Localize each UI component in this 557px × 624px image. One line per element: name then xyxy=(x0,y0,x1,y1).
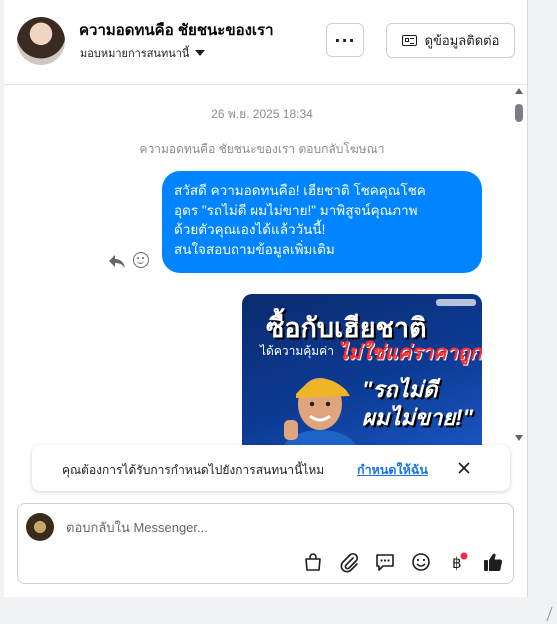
view-contact-details-button[interactable]: ดูข้อมูลติดต่อ xyxy=(386,23,515,58)
paperclip-icon[interactable] xyxy=(338,551,360,573)
more-options-button[interactable]: ··· xyxy=(326,23,364,57)
contact-card-icon xyxy=(401,35,417,46)
more-icon: ··· xyxy=(334,30,356,50)
ad-reply-note: ความอดทนคือ ชัยชนะของเรา ตอบกลับโฆษณา xyxy=(139,142,385,156)
contact-name[interactable]: ความอดทนคือ ชัยชนะของเรา xyxy=(79,18,274,42)
caret-down-icon xyxy=(195,50,206,56)
baht-icon[interactable]: ฿ xyxy=(446,551,468,573)
close-icon[interactable] xyxy=(457,461,471,475)
reply-icon[interactable] xyxy=(108,253,126,269)
assignment-prompt-text: คุณต้องการได้รับการกำหนดไปยังการสนทนานี้… xyxy=(62,463,325,477)
ad-subheadline-highlight: ไม่ใช่แค่ราคาถูก! xyxy=(338,342,482,364)
message-thread: 26 พ.ย. 2025 18:34 ความอดทนคือ ชัยชนะของ… xyxy=(4,85,527,445)
assign-label: มอบหมายการสนทนานี้ xyxy=(80,48,190,60)
scroll-down-arrow-icon[interactable] xyxy=(515,435,523,441)
details-label: ดูข้อมูลติดต่อ xyxy=(424,33,500,48)
scrollbar-thumb[interactable] xyxy=(515,104,523,122)
conversation-panel: ความอดทนคือ ชัยชนะของเรา มอบหมายการสนทนา… xyxy=(4,0,528,597)
react-emoji-icon[interactable] xyxy=(133,252,149,268)
page-avatar xyxy=(26,513,54,541)
ad-image-attachment[interactable]: ซื้อกับเฮียชาติ ได้ความคุ้มค่า ไม่ใช่แค่… xyxy=(242,294,482,445)
chat-bubble-icon[interactable] xyxy=(374,551,396,573)
ad-quote: "รถไม่ดี ผมไม่ขาย!" xyxy=(362,377,473,430)
emoji-icon[interactable] xyxy=(410,551,432,573)
svg-text:฿: ฿ xyxy=(452,554,462,572)
thumbs-up-icon[interactable] xyxy=(482,551,504,573)
message-composer: ฿ xyxy=(17,503,514,584)
assign-to-me-link[interactable]: กำหนดให้ฉัน xyxy=(357,460,428,480)
outgoing-message-bubble[interactable]: สวัสดี ความอดทนคือ! เฮียชาติ โชคคุณโชค อ… xyxy=(162,171,482,273)
reply-input[interactable] xyxy=(64,512,468,542)
assignment-prompt: คุณต้องการได้รับการกำหนดไปยังการสนทนานี้… xyxy=(32,445,510,491)
thread-scrollbar[interactable] xyxy=(515,88,523,446)
shopping-bag-icon[interactable] xyxy=(302,551,324,573)
assign-conversation-dropdown[interactable]: มอบหมายการสนทนานี้ xyxy=(80,44,206,62)
scroll-up-arrow-icon[interactable] xyxy=(515,88,523,94)
conversation-header: ความอดทนคือ ชัยชนะของเรา มอบหมายการสนทนา… xyxy=(4,0,527,85)
message-timestamp: 26 พ.ย. 2025 18:34 xyxy=(211,107,313,121)
ad-person-illustration xyxy=(283,378,357,445)
ad-subheadline: ได้ความคุ้มค่า xyxy=(260,344,334,358)
window-edge xyxy=(544,0,557,624)
contact-avatar[interactable] xyxy=(17,17,65,65)
ad-brand-logo xyxy=(436,299,476,306)
